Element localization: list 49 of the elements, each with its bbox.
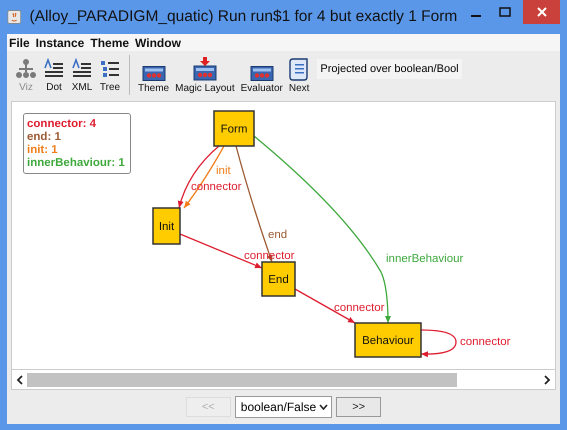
legend-entry: init: 1 [27, 144, 59, 156]
hierarchy-icon [15, 58, 37, 80]
edge-label: connector [334, 302, 385, 314]
projection-select[interactable]: boolean/False [234, 396, 332, 418]
projection-label: Projected over boolean/Bool [317, 59, 462, 79]
panel-icon [142, 66, 166, 80]
toolbar-button[interactable]: Magic Layout [173, 56, 237, 94]
legend-entry: innerBehaviour: 1 [27, 157, 126, 169]
edge-label: end [268, 229, 288, 241]
window-title: (Alloy_PARADIGM_quatic) Run run$1 for 4 but exactly 1 Form [29, 8, 458, 26]
menu-item[interactable]: Window [135, 36, 181, 50]
toolbar-button[interactable]: Tree [97, 58, 123, 92]
menu-item[interactable]: Instance [36, 36, 84, 50]
node-label: Init [158, 221, 174, 233]
menu-item[interactable]: Theme [90, 36, 130, 50]
scroll-thumb[interactable] [27, 372, 457, 386]
edge-label: connector [460, 336, 511, 348]
graph-node [261, 261, 296, 297]
caret-icon [319, 404, 328, 410]
panel-icon [250, 66, 274, 80]
close-button[interactable] [523, 0, 560, 24]
next-button[interactable]: >> [336, 397, 382, 417]
scroll-left-icon[interactable] [16, 374, 24, 384]
close-icon [536, 7, 547, 17]
node-label: Form [220, 124, 248, 136]
node-label: End [268, 274, 289, 286]
edge-label: init [216, 165, 231, 177]
toolbar-button[interactable]: Dot [41, 58, 67, 92]
graph-node [213, 110, 255, 147]
document-icon [71, 58, 93, 80]
node-label: Behaviour [362, 335, 414, 347]
layout-icon [192, 56, 217, 80]
menu-item[interactable]: File [9, 36, 30, 50]
app-icon [7, 8, 22, 26]
scroll-right-icon[interactable] [543, 374, 551, 384]
minimize-icon [470, 14, 481, 16]
toolbar-button[interactable]: Next [286, 56, 312, 94]
toolbar-button[interactable]: Theme [136, 56, 172, 94]
toolbar-button[interactable]: Evaluator [238, 56, 285, 94]
graph-node [152, 207, 181, 245]
scroll-icon [289, 56, 310, 80]
maximize-icon [498, 7, 511, 17]
legend-entry: connector: 4 [27, 118, 98, 130]
horizontal-scrollbar[interactable] [11, 370, 556, 390]
edge-label: innerBehaviour [386, 253, 464, 265]
document-icon [43, 58, 65, 80]
legend-entry: end: 1 [27, 131, 62, 143]
graph-node [354, 322, 422, 358]
toolbar-button[interactable]: XML [69, 58, 95, 92]
